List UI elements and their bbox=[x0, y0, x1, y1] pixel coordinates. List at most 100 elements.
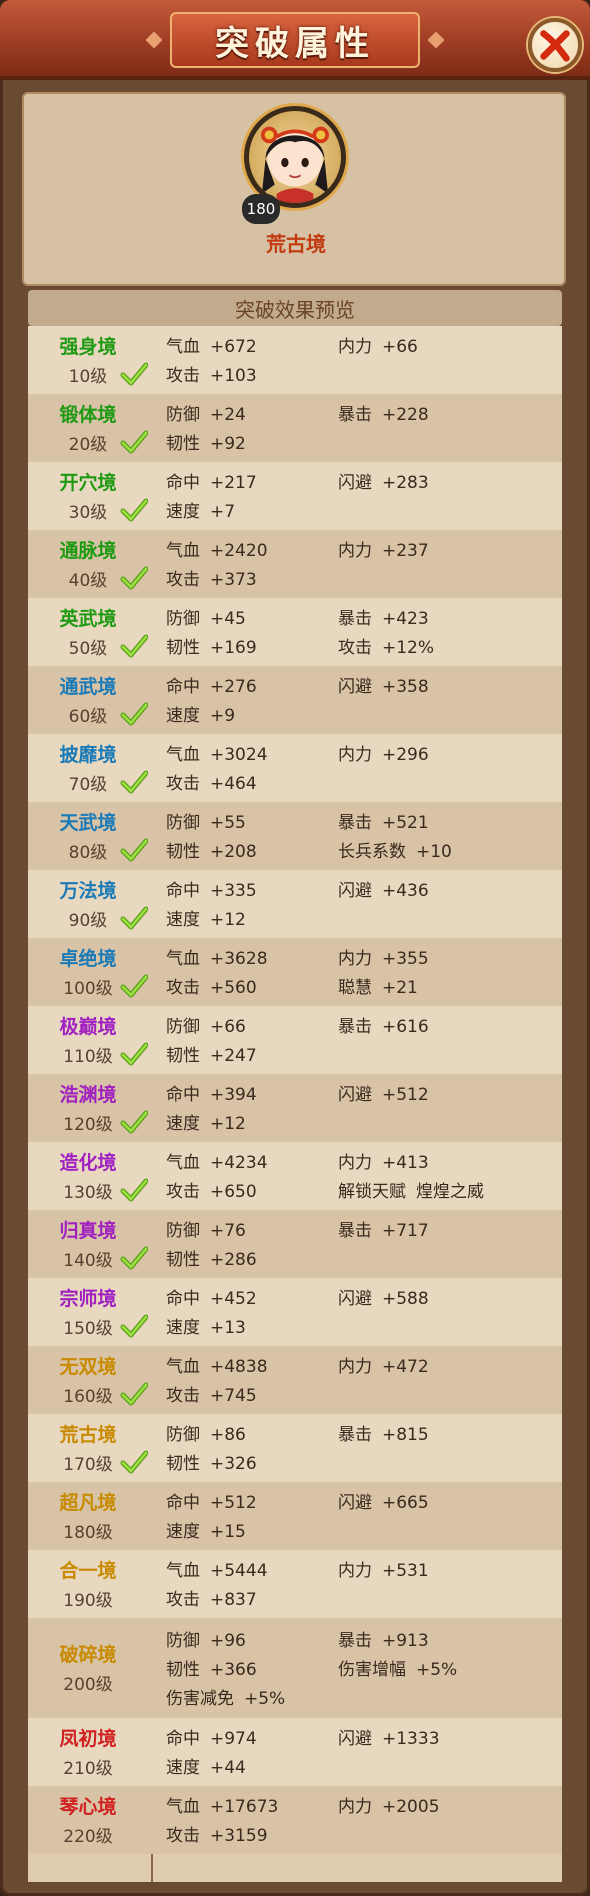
stat-value: +169 bbox=[210, 638, 257, 658]
stat-bonus: 攻击 +103 bbox=[166, 361, 257, 386]
realm-name: 万法境 bbox=[59, 880, 117, 902]
stat-name: 闪避 bbox=[338, 473, 372, 493]
realm-level: 50级 bbox=[68, 639, 108, 659]
stat-name: 攻击 bbox=[338, 638, 372, 658]
stat-name: 内力 bbox=[338, 1561, 372, 1581]
page-title: 突破属性 bbox=[215, 23, 375, 64]
stat-name: 命中 bbox=[166, 473, 200, 493]
checkmark-icon bbox=[120, 702, 149, 726]
stat-value: +76 bbox=[210, 1221, 246, 1241]
stat-name: 韧性 bbox=[166, 1454, 200, 1474]
section-title: 突破效果预览 bbox=[235, 297, 355, 322]
realm-name: 天武境 bbox=[59, 812, 117, 834]
stat-bonus: 韧性 +92 bbox=[166, 429, 246, 454]
stat-value: +423 bbox=[382, 609, 429, 629]
stat-value: +366 bbox=[210, 1660, 257, 1680]
stat-value: +10 bbox=[416, 842, 452, 862]
close-button[interactable] bbox=[528, 18, 582, 72]
table-row: 通武境 60级 命中 +276 闪避 +358 速度 +9 bbox=[28, 666, 562, 734]
checkmark-icon bbox=[120, 1246, 149, 1270]
stat-name: 闪避 bbox=[338, 1085, 372, 1105]
table-row: 凤初境 210级 命中 +974 闪避 +1333 速度 +44 bbox=[28, 1718, 562, 1786]
stat-bonus: 伤害增幅 +5% bbox=[338, 1655, 457, 1680]
stat-value: +4838 bbox=[210, 1357, 268, 1377]
stat-name: 命中 bbox=[166, 881, 200, 901]
stat-value: +512 bbox=[210, 1493, 257, 1513]
stat-bonus: 暴击 +521 bbox=[338, 808, 429, 833]
checkmark-icon bbox=[120, 1178, 149, 1202]
table-row: 破碎境 200级 防御 +96 暴击 +913 韧性 +366 伤害增幅 +5% 伤害减免 +5% bbox=[28, 1618, 562, 1718]
stat-name: 闪避 bbox=[338, 1493, 372, 1513]
table-row: 披靡境 70级 气血 +3024 内力 +296 攻击 +464 bbox=[28, 734, 562, 802]
checkmark-icon bbox=[120, 770, 149, 794]
stat-value: +436 bbox=[382, 881, 429, 901]
stat-bonus: 命中 +512 bbox=[166, 1488, 257, 1513]
stat-name: 韧性 bbox=[166, 434, 200, 454]
stat-bonus: 闪避 +1333 bbox=[338, 1724, 440, 1749]
realm-name: 通武境 bbox=[59, 676, 117, 698]
realm-level: 90级 bbox=[68, 911, 108, 931]
stat-value: +650 bbox=[210, 1182, 257, 1202]
stat-name: 攻击 bbox=[166, 1590, 200, 1610]
checkmark-icon bbox=[120, 634, 149, 658]
title-plate: 突破属性 bbox=[170, 12, 420, 68]
stat-value: +974 bbox=[210, 1729, 257, 1749]
stat-bonus: 防御 +86 bbox=[166, 1420, 246, 1445]
realm-level: 140级 bbox=[63, 1251, 113, 1271]
stat-value: +4234 bbox=[210, 1153, 268, 1173]
stat-bonus: 暴击 +228 bbox=[338, 400, 429, 425]
stat-bonus: 攻击 +464 bbox=[166, 769, 257, 794]
stat-name: 攻击 bbox=[166, 1182, 200, 1202]
stat-bonus: 内力 +66 bbox=[338, 332, 418, 357]
stat-bonus: 暴击 +913 bbox=[338, 1626, 429, 1651]
stat-value: +13 bbox=[210, 1318, 246, 1338]
stat-name: 攻击 bbox=[166, 570, 200, 590]
stat-value: +373 bbox=[210, 570, 257, 590]
checkmark-icon bbox=[120, 906, 149, 930]
stat-name: 气血 bbox=[166, 1357, 200, 1377]
stat-value: +326 bbox=[210, 1454, 257, 1474]
stat-value: +2005 bbox=[382, 1797, 440, 1817]
stat-value: +86 bbox=[210, 1425, 246, 1445]
stat-bonus: 内力 +413 bbox=[338, 1148, 429, 1173]
realm-level: 10级 bbox=[68, 367, 108, 387]
stat-name: 气血 bbox=[166, 1797, 200, 1817]
stat-value: +3159 bbox=[210, 1826, 268, 1846]
stat-name: 防御 bbox=[166, 1221, 200, 1241]
stat-bonus: 防御 +45 bbox=[166, 604, 246, 629]
stat-bonus: 攻击 +3159 bbox=[166, 1821, 268, 1846]
realm-level: 110级 bbox=[63, 1047, 113, 1067]
stat-bonus: 闪避 +665 bbox=[338, 1488, 429, 1513]
stat-bonus: 暴击 +717 bbox=[338, 1216, 429, 1241]
stat-value: +296 bbox=[382, 745, 429, 765]
stat-bonus: 韧性 +169 bbox=[166, 633, 257, 658]
table-row: 宗师境 150级 命中 +452 闪避 +588 速度 +13 bbox=[28, 1278, 562, 1346]
stat-name: 内力 bbox=[338, 745, 372, 765]
stat-value: +413 bbox=[382, 1153, 429, 1173]
section-header: 突破效果预览 bbox=[28, 290, 562, 326]
realm-name: 开穴境 bbox=[59, 472, 117, 494]
table-row: 无双境 160级 气血 +4838 内力 +472 攻击 +745 bbox=[28, 1346, 562, 1414]
realm-name: 宗师境 bbox=[59, 1288, 117, 1310]
stat-value: +3628 bbox=[210, 949, 268, 969]
stat-name: 韧性 bbox=[166, 842, 200, 862]
realm-name: 合一境 bbox=[59, 1560, 117, 1582]
realm-level: 180级 bbox=[63, 1523, 113, 1543]
stat-bonus: 防御 +24 bbox=[166, 400, 246, 425]
realm-name: 强身境 bbox=[59, 336, 117, 358]
stat-value: +335 bbox=[210, 881, 257, 901]
stat-value: +12 bbox=[210, 1114, 246, 1134]
stat-name: 防御 bbox=[166, 609, 200, 629]
stat-name: 攻击 bbox=[166, 1386, 200, 1406]
stat-bonus: 暴击 +815 bbox=[338, 1420, 429, 1445]
stat-bonus: 气血 +5444 bbox=[166, 1556, 268, 1581]
stat-value: +5% bbox=[244, 1689, 286, 1709]
realm-level: 130级 bbox=[63, 1183, 113, 1203]
avatar[interactable] bbox=[244, 106, 346, 208]
stat-bonus: 气血 +17673 bbox=[166, 1792, 278, 1817]
stat-value: +9 bbox=[210, 706, 236, 726]
checkmark-icon bbox=[120, 362, 149, 386]
table-row: 超凡境 180级 命中 +512 闪避 +665 速度 +15 bbox=[28, 1482, 562, 1550]
stat-bonus: 暴击 +616 bbox=[338, 1012, 429, 1037]
stat-bonus: 内力 +296 bbox=[338, 740, 429, 765]
